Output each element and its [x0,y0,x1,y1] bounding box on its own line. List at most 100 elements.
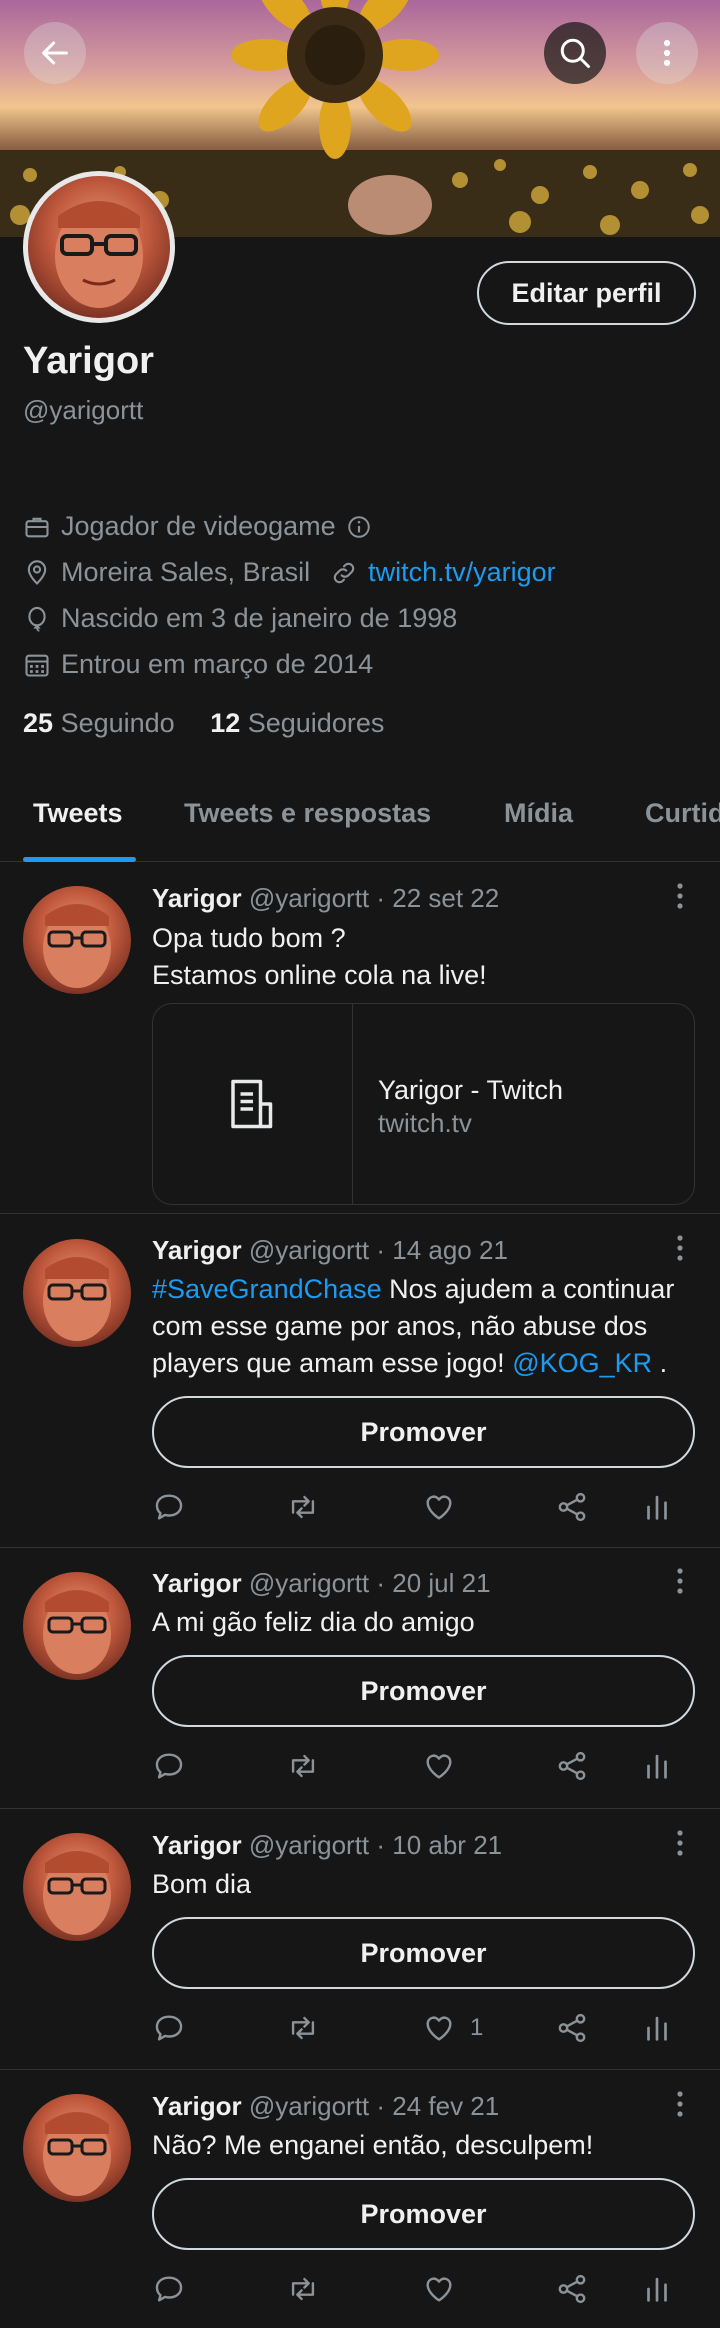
like-button[interactable] [422,2269,456,2309]
link-card-domain: twitch.tv [378,1108,472,1138]
following-link[interactable]: 25 Seguindo [23,708,175,738]
tweet-header: Yarigor @yarigortt · 14 ago 21 [152,1235,508,1266]
tweet-meta: @yarigortt · 14 ago 21 [248,1235,508,1265]
promote-button[interactable]: Promover [152,1917,695,1989]
analytics-icon [647,1754,667,1779]
share-icon [558,2013,586,2043]
tweet-author-name[interactable]: Yarigor [152,883,242,913]
retweet-icon [291,1754,315,1778]
analytics-button[interactable] [640,1487,674,1527]
more-vertical-icon[interactable] [670,1828,690,1858]
tweet-text: Opa tudo bom ? Estamos online cola na li… [152,920,692,994]
reply-button[interactable] [152,2008,186,2048]
tweet-avatar[interactable] [23,886,131,994]
info-icon[interactable] [346,514,372,540]
tweet-avatar[interactable] [23,1572,131,1680]
profile-location: Moreira Sales, Brasil [61,557,311,587]
tweet-actions [152,1746,692,1786]
tweet-meta: @yarigortt · 20 jul 21 [248,1568,491,1598]
share-button[interactable] [555,2269,589,2309]
search-button[interactable] [544,22,606,84]
reply-button[interactable] [152,1487,186,1527]
retweet-icon [291,2277,315,2301]
tab-tweets-and-replies[interactable]: Tweets e respostas [184,798,431,829]
tweet[interactable]: Yarigor @yarigortt · 14 ago 21 #SaveGran… [0,1214,720,1548]
retweet-button[interactable] [285,1487,321,1527]
edit-profile-button[interactable]: Editar perfil [477,261,696,325]
avatar-image [43,2112,111,2196]
retweet-button[interactable] [285,2269,321,2309]
mention-link[interactable]: @KOG_KR [512,1348,652,1378]
like-button[interactable] [422,1487,456,1527]
more-vertical-icon[interactable] [670,1233,690,1263]
retweet-icon [291,2016,315,2040]
balloon-icon [28,606,46,632]
heart-icon [426,1495,452,1520]
profile-tabs: Tweets Tweets e respostas Mídia Curtidas [0,770,720,862]
profile-joined-date: Entrou em março de 2014 [61,649,374,679]
hashtag-link[interactable]: #SaveGrandChase [152,1274,382,1304]
profile-name: Yarigor [23,340,154,382]
followers-link[interactable]: 12 Seguidores [210,708,384,738]
more-options-button[interactable] [636,22,698,84]
retweet-button[interactable] [285,2008,321,2048]
tweet-meta: @yarigortt · 24 fev 21 [248,2091,500,2121]
heart-icon [426,1754,452,1779]
search-icon [560,38,590,68]
share-button[interactable] [555,1746,589,1786]
tweet-avatar[interactable] [23,1239,131,1347]
analytics-button[interactable] [640,2269,674,2309]
tab-tweets[interactable]: Tweets [33,798,123,829]
share-button[interactable] [555,2008,589,2048]
tweet-author-name[interactable]: Yarigor [152,1830,242,1860]
follow-stats: 25 Seguindo 12 Seguidores [23,708,384,739]
tweet[interactable]: Yarigor @yarigortt · 10 abr 21 Bom dia P… [0,1809,720,2070]
profile-handle: @yarigortt [23,395,144,425]
tweet-header: Yarigor @yarigortt · 10 abr 21 [152,1830,502,1861]
tweet[interactable]: Yarigor @yarigortt · 24 fev 21 Não? Me e… [0,2070,720,2328]
profile-bio-row: Jogador de videogame [23,511,372,542]
more-vertical-icon[interactable] [670,881,690,911]
tab-likes[interactable]: Curtidas [645,798,720,829]
tweet-text: A mi gão feliz dia do amigo [152,1607,475,1637]
profile-avatar[interactable] [23,171,175,323]
link-card[interactable]: Yarigor - Twitch twitch.tv [152,1003,695,1205]
like-button[interactable] [422,1746,456,1786]
tweet-author-name[interactable]: Yarigor [152,1568,242,1598]
retweet-button[interactable] [285,1746,321,1786]
promote-button[interactable]: Promover [152,2178,695,2250]
profile-birthday-row: Nascido em 3 de janeiro de 1998 [23,603,457,634]
analytics-button[interactable] [640,1746,674,1786]
tweet-meta: @yarigortt · 22 set 22 [248,883,500,913]
share-icon [558,1492,586,1522]
promote-button[interactable]: Promover [152,1396,695,1468]
profile-website-link[interactable]: twitch.tv/yarigor [368,557,556,588]
tab-media[interactable]: Mídia [504,798,573,829]
avatar-image [43,1257,111,1341]
analytics-icon [647,2277,667,2302]
promote-button[interactable]: Promover [152,1655,695,1727]
tweet-author-name[interactable]: Yarigor [152,1235,242,1265]
more-vertical-icon [663,39,671,67]
tweet-text: Não? Me enganei então, desculpem! [152,2130,594,2160]
tweet[interactable]: Yarigor @yarigortt · 20 jul 21 A mi gão … [0,1548,720,1809]
more-vertical-icon[interactable] [670,1566,690,1596]
avatar-image [43,1590,111,1674]
document-icon [230,1079,272,1129]
reply-button[interactable] [152,2269,186,2309]
analytics-button[interactable] [640,2008,674,2048]
tweet-text: Bom dia [152,1869,252,1899]
like-button[interactable]: 1 [422,2008,483,2048]
reply-icon [155,2276,183,2302]
reply-button[interactable] [152,1746,186,1786]
tweet-avatar[interactable] [23,2094,131,2202]
followers-label: Seguidores [247,708,385,738]
back-button[interactable] [24,22,86,84]
tweet-header: Yarigor @yarigortt · 24 fev 21 [152,2091,499,2122]
tweet-author-name[interactable]: Yarigor [152,2091,242,2121]
tweet-avatar[interactable] [23,1833,131,1941]
profile-location-row: Moreira Sales, Brasil twitch.tv/yarigor [23,557,556,588]
briefcase-icon [25,517,49,537]
more-vertical-icon[interactable] [670,2089,690,2119]
share-button[interactable] [555,1487,589,1527]
